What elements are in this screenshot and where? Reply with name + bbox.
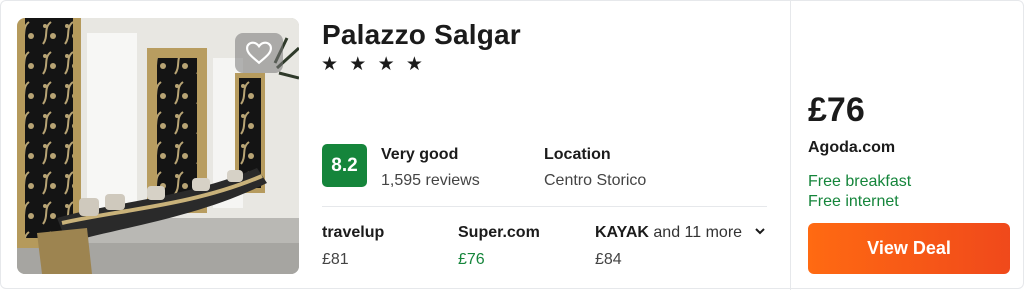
provider-name: travelup bbox=[322, 224, 385, 241]
provider-price: £84 bbox=[595, 251, 622, 268]
provider-name-text: KAYAK bbox=[595, 224, 649, 241]
provider-option-travelup[interactable]: travelup £81 bbox=[322, 224, 384, 269]
view-deal-button[interactable]: View Deal bbox=[808, 223, 1010, 274]
chevron-down-icon[interactable] bbox=[754, 228, 765, 235]
provider-name: Super.com bbox=[458, 224, 540, 241]
provider-price: £76 bbox=[458, 251, 485, 268]
star-rating: ★ ★ ★ ★ bbox=[321, 54, 426, 75]
location-label: Location bbox=[544, 146, 611, 163]
provider-name: KAYAK and 11 more bbox=[595, 224, 765, 242]
deal-source: Agoda.com bbox=[808, 139, 896, 156]
heart-outline-icon bbox=[246, 41, 272, 65]
rating-label: Very good bbox=[381, 146, 459, 163]
provider-price: £81 bbox=[322, 251, 349, 268]
more-providers-link[interactable]: and 11 more bbox=[653, 224, 742, 241]
column-divider bbox=[790, 1, 791, 290]
review-count[interactable]: 1,595 reviews bbox=[381, 172, 480, 190]
provider-option-kayak[interactable]: KAYAK and 11 more £84 bbox=[595, 224, 765, 269]
favorite-button[interactable] bbox=[235, 33, 283, 73]
rating-score-badge: 8.2 bbox=[322, 144, 367, 187]
perk-free-breakfast: Free breakfast bbox=[808, 173, 912, 190]
perk-free-internet: Free internet bbox=[808, 193, 899, 210]
hotel-result-card[interactable]: Palazzo Salgar ★ ★ ★ ★ 8.2 Very good 1,5… bbox=[0, 0, 1024, 290]
hotel-name[interactable]: Palazzo Salgar bbox=[322, 19, 521, 51]
divider bbox=[322, 206, 767, 207]
provider-option-super[interactable]: Super.com £76 bbox=[458, 224, 540, 269]
location-value: Centro Storico bbox=[544, 172, 647, 189]
deal-price: £76 bbox=[808, 91, 865, 129]
